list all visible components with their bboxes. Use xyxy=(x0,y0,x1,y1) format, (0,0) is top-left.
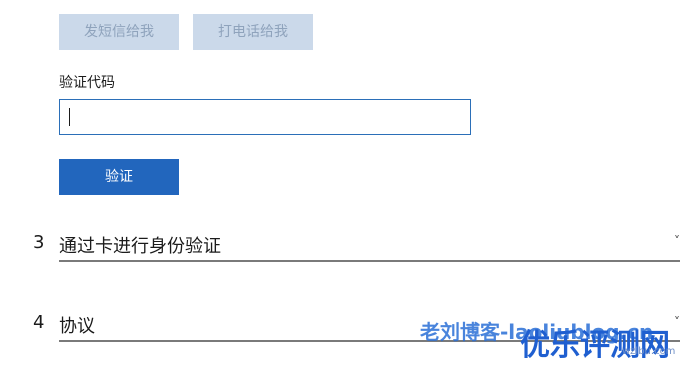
chevron-down-icon: ˅ xyxy=(674,234,680,248)
watermark-brand: 优乐评测网 xyxy=(520,328,670,363)
step-title: 通过卡进行身份验证 xyxy=(59,236,221,257)
step-number: 4 xyxy=(33,312,45,333)
divider xyxy=(59,260,680,262)
send-sms-button[interactable]: 发短信给我 xyxy=(59,14,179,50)
call-me-button[interactable]: 打电话给我 xyxy=(193,14,313,50)
verification-code-label: 验证代码 xyxy=(59,75,115,91)
verification-code-input[interactable] xyxy=(59,99,471,135)
chevron-down-icon: ˅ xyxy=(674,315,680,329)
watermark-url: wzlbu.com xyxy=(622,346,676,357)
verify-button[interactable]: 验证 xyxy=(59,159,179,195)
verification-page: 发短信给我 打电话给我 验证代码 验证 3 通过卡进行身份验证 ˅ 4 协议 ˅… xyxy=(0,0,680,366)
step-number: 3 xyxy=(33,232,45,253)
step-card-verification[interactable]: 3 通过卡进行身份验证 ˅ xyxy=(0,230,680,262)
step-title: 协议 xyxy=(59,316,95,337)
text-caret xyxy=(69,108,70,126)
